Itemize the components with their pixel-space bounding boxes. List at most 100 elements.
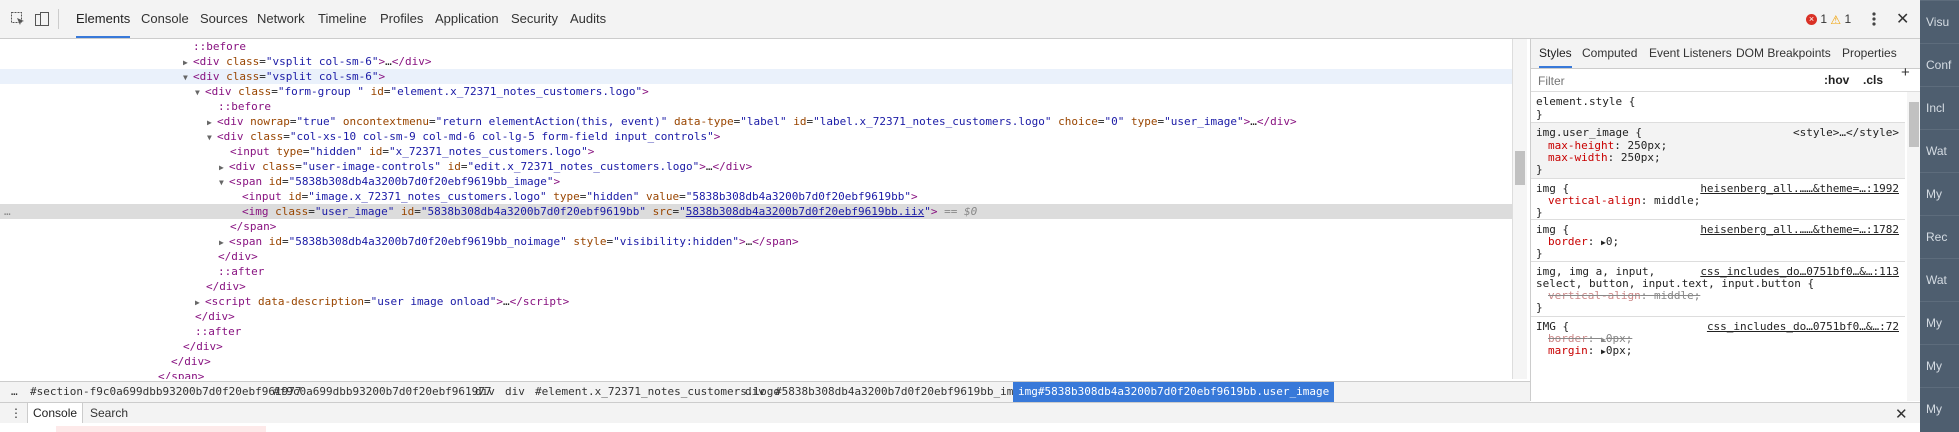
app-nav-item[interactable]: Wat — [1920, 258, 1959, 301]
app-nav-item[interactable]: My — [1920, 301, 1959, 344]
css-declaration[interactable]: border: ▶0; — [1548, 235, 1619, 249]
tab-computed[interactable]: Computed — [1582, 39, 1637, 68]
expand-arrow-icon[interactable]: ▶ — [219, 235, 229, 250]
breadcrumb-item[interactable]: div — [500, 382, 530, 402]
tree-row[interactable]: </div> — [0, 354, 1512, 369]
tree-row[interactable]: ::before — [0, 99, 1512, 114]
tree-row[interactable]: ▼ <div class="vsplit col-sm-6"> — [0, 69, 1512, 84]
hover-state-toggle[interactable]: :hov — [1824, 73, 1849, 87]
app-nav-item[interactable]: My — [1920, 344, 1959, 387]
tab-properties[interactable]: Properties — [1842, 39, 1897, 68]
tree-row[interactable]: ▼ <div class="col-xs-10 col-sm-9 col-md-6… — [0, 129, 1512, 144]
tree-row[interactable]: </div> — [0, 339, 1512, 354]
rule-source[interactable]: <style>…</style> — [1793, 126, 1899, 139]
sidebar-scrollbar-thumb[interactable] — [1909, 102, 1919, 147]
tree-row[interactable]: ▶ <div class="user-image-controls" id="ed… — [0, 159, 1512, 174]
tree-row[interactable]: ::after — [0, 264, 1512, 279]
tab-styles[interactable]: Styles — [1539, 39, 1572, 68]
tree-row[interactable]: ▼ <span id="5838b308db4a3200b7d0f20ebf961… — [0, 174, 1512, 189]
tree-row[interactable]: <input id="image.x_72371_notes_customers… — [0, 189, 1512, 204]
drawer-tab-console[interactable]: Console — [27, 403, 84, 424]
tab-console[interactable]: Console — [141, 0, 189, 38]
app-nav-item[interactable]: Visu — [1920, 0, 1959, 43]
tab-event-listeners[interactable]: Event Listeners — [1649, 39, 1732, 68]
row-actions-icon[interactable]: … — [4, 204, 11, 219]
css-declaration-overridden[interactable]: vertical-align: middle; — [1548, 289, 1700, 303]
app-nav-item[interactable]: Conf — [1920, 43, 1959, 86]
rule-source-link[interactable]: css_includes_do…0751bf0…&…:72 — [1707, 320, 1899, 333]
style-rule[interactable]: img { heisenberg_all.……&theme=…:1782 bor… — [1531, 220, 1905, 262]
close-devtools-icon[interactable]: ✕ — [1896, 9, 1909, 29]
style-rule[interactable]: element.style { } — [1531, 92, 1905, 123]
style-rule[interactable]: img { heisenberg_all.……&theme=…:1992 ver… — [1531, 179, 1905, 220]
attr-value: image.x_72371_notes_customers.logo — [314, 190, 541, 203]
drawer-tab-search[interactable]: Search — [90, 403, 128, 424]
css-declaration[interactable]: max-width: 250px; — [1548, 151, 1661, 165]
collapse-arrow-icon[interactable]: ▼ — [219, 175, 229, 190]
sidebar-scrollbar[interactable] — [1907, 92, 1921, 401]
class-toggle[interactable]: .cls — [1863, 73, 1883, 87]
app-nav-item[interactable]: Incl — [1920, 86, 1959, 129]
closing-tag: </div> — [195, 310, 235, 323]
tab-sources[interactable]: Sources — [200, 0, 248, 38]
collapse-arrow-icon[interactable]: ▼ — [183, 70, 193, 85]
expand-arrow-icon[interactable]: ▶ — [183, 55, 193, 70]
rule-source-link[interactable]: heisenberg_all.……&theme=…:1992 — [1700, 182, 1899, 195]
tree-row[interactable]: ::before — [0, 39, 1512, 54]
css-declaration[interactable]: vertical-align: middle; — [1548, 194, 1700, 208]
tree-scrollbar-thumb[interactable] — [1515, 151, 1525, 185]
expand-arrow-icon[interactable]: ▶ — [219, 160, 229, 175]
app-nav-item[interactable]: Wat — [1920, 129, 1959, 172]
style-rule[interactable]: img, img a, input, css_includes_do…0751b… — [1531, 262, 1905, 317]
breadcrumb-item[interactable]: #section-f9c0a699dbb93200b7d0f20ebf96197… — [25, 382, 307, 402]
style-rule[interactable]: IMG { css_includes_do…0751bf0…&…:72 bord… — [1531, 317, 1905, 401]
drawer-menu-icon[interactable]: ⋮ — [10, 406, 22, 420]
close-drawer-icon[interactable]: ✕ — [1895, 405, 1908, 423]
tree-row[interactable]: </div> — [0, 309, 1512, 324]
tab-dom-breakpoints[interactable]: DOM Breakpoints — [1736, 39, 1831, 68]
console-counts[interactable]: × 1 ⚠ 1 — [1806, 12, 1851, 27]
collapse-arrow-icon[interactable]: ▼ — [195, 85, 205, 100]
tree-row[interactable]: <input type="hidden" id="x_72371_notes_c… — [0, 144, 1512, 159]
expand-arrow-icon[interactable]: ▶ — [195, 295, 205, 310]
tree-row[interactable]: ▶ <div class="vsplit col-sm-6">…</div> — [0, 54, 1512, 69]
collapse-arrow-icon[interactable]: ▼ — [207, 130, 217, 145]
image-src-link[interactable]: 5838b308db4a3200b7d0f20ebf9619bb.iix — [686, 205, 924, 218]
new-style-rule-button[interactable]: + — [1901, 64, 1910, 81]
app-nav-item[interactable]: My — [1920, 387, 1959, 430]
breadcrumb-item[interactable]: #f9c0a699dbb93200b7d0f20ebf961977 — [268, 382, 497, 402]
rule-source-link[interactable]: heisenberg_all.……&theme=…:1782 — [1700, 223, 1899, 236]
tab-timeline[interactable]: Timeline — [318, 0, 367, 38]
tab-profiles[interactable]: Profiles — [380, 0, 423, 38]
tree-row[interactable]: ::after — [0, 324, 1512, 339]
breadcrumb-item-selected[interactable]: img#5838b308db4a3200b7d0f20ebf9619bb.use… — [1013, 382, 1335, 402]
breadcrumb-more-icon[interactable]: … — [6, 382, 23, 402]
tree-row[interactable]: ▶ <script data-description="user image on… — [0, 294, 1512, 309]
tree-row[interactable]: ▶ <div nowrap="true" oncontextmenu="retur… — [0, 114, 1512, 129]
tab-network[interactable]: Network — [257, 0, 305, 38]
tree-row[interactable]: </span> — [0, 369, 1512, 379]
tree-row[interactable]: </div> — [0, 279, 1512, 294]
breadcrumb-item[interactable]: div — [470, 382, 500, 402]
app-nav-item[interactable]: Rec — [1920, 215, 1959, 258]
breadcrumb-item[interactable]: div — [740, 382, 770, 402]
expand-arrow-icon[interactable]: ▶ — [207, 115, 217, 130]
tree-scrollbar[interactable] — [1512, 39, 1527, 379]
tab-audits[interactable]: Audits — [570, 0, 606, 38]
styles-filter-input[interactable] — [1536, 72, 1780, 90]
inspect-element-icon[interactable] — [10, 11, 26, 27]
tree-row-selected[interactable]: … <img class="user_image" id="5838b308db… — [0, 204, 1512, 219]
tree-row[interactable]: ▶ <span id="5838b308db4a3200b7d0f20ebf961… — [0, 234, 1512, 249]
css-declaration[interactable]: margin: ▶0px; — [1548, 344, 1632, 358]
breadcrumb-item[interactable]: #5838b308db4a3200b7d0f20ebf9619bb_image — [770, 382, 1038, 402]
device-toolbar-icon[interactable] — [34, 11, 50, 27]
app-nav-item[interactable]: My — [1920, 172, 1959, 215]
tab-application[interactable]: Application — [435, 0, 499, 38]
tree-row[interactable]: ▼ <div class="form-group " id="element.x_… — [0, 84, 1512, 99]
tab-security[interactable]: Security — [511, 0, 558, 38]
style-rule[interactable]: img.user_image { <style>…</style> max-he… — [1531, 123, 1905, 179]
more-options-icon[interactable] — [1870, 10, 1878, 28]
tree-row[interactable]: </span> — [0, 219, 1512, 234]
tab-elements[interactable]: Elements — [76, 0, 131, 38]
tree-row[interactable]: </div> — [0, 249, 1512, 264]
